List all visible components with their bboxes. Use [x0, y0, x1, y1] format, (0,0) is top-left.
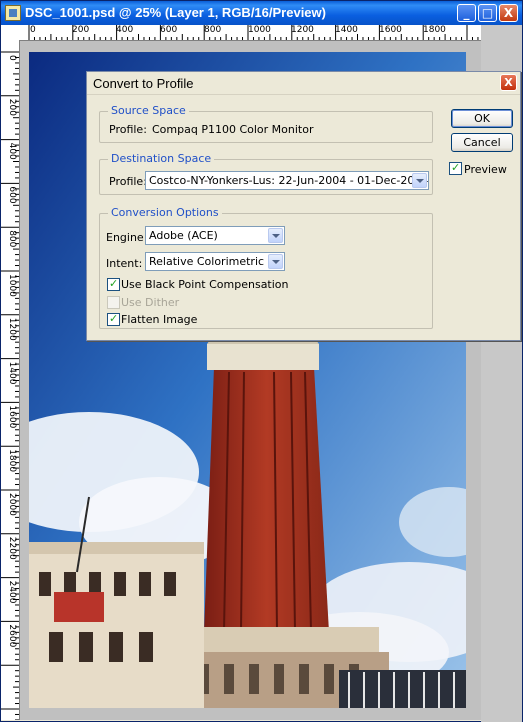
use-black-point-compensation-checkbox[interactable] — [107, 277, 120, 291]
use-dither-checkbox[interactable] — [107, 296, 120, 309]
ruler-tick-label: 200 — [7, 99, 17, 116]
ruler-tick-label: 2600 — [7, 624, 17, 647]
engine-value: Adobe (ACE) — [149, 229, 218, 242]
maximize-button[interactable]: □ — [478, 4, 497, 22]
cancel-button[interactable]: Cancel — [451, 133, 513, 152]
ruler-tick-label: 200 — [72, 25, 90, 35]
dialog-titlebar[interactable]: Convert to Profile X — [87, 72, 520, 95]
intent-select[interactable]: Relative Colorimetric — [145, 252, 285, 271]
use-black-point-compensation-label[interactable]: Use Black Point Compensation — [121, 278, 289, 291]
ruler-tick-label: 600 — [7, 186, 17, 203]
document-titlebar[interactable]: DSC_1001.psd @ 25% (Layer 1, RGB/16/Prev… — [1, 1, 522, 25]
photoshop-document-icon — [5, 5, 21, 21]
chevron-down-icon[interactable] — [268, 254, 283, 269]
close-window-button[interactable]: X — [499, 4, 518, 22]
source-profile-value: Compaq P1100 Color Monitor — [152, 123, 314, 136]
ok-button[interactable]: OK — [451, 109, 513, 128]
minimize-button[interactable]: _ — [457, 4, 476, 22]
destination-profile-label: Profile: — [109, 175, 147, 188]
ruler-tick-label: 800 — [7, 230, 17, 247]
ruler-tick-label: 1400 — [335, 25, 358, 35]
chevron-down-icon[interactable] — [412, 173, 427, 188]
ruler-tick-label: 400 — [116, 25, 134, 35]
preview-checkbox[interactable] — [449, 161, 462, 175]
source-profile-label: Profile: — [109, 123, 147, 136]
convert-to-profile-dialog: Convert to Profile X Source Space Profil… — [86, 71, 521, 341]
intent-label: Intent: — [106, 257, 143, 270]
destination-profile-select[interactable]: Costco-NY-Yonkers-Lus: 22-Jun-2004 - 01-… — [145, 171, 429, 190]
source-space-legend: Source Space — [108, 104, 189, 117]
dialog-title: Convert to Profile — [93, 76, 194, 91]
ruler-tick-label: 1000 — [7, 274, 17, 297]
vertical-ruler[interactable]: 0 200 400 600 800 1000 1200 1400 1600 1800 2000 220… — [1, 40, 20, 720]
preview-label[interactable]: Preview — [464, 163, 507, 176]
ruler-tick-label: 1000 — [248, 25, 271, 35]
engine-label: Engine: — [106, 231, 148, 244]
ruler-tick-label: 1800 — [7, 449, 17, 472]
engine-select[interactable]: Adobe (ACE) — [145, 226, 285, 245]
ruler-tick-label: 1600 — [379, 25, 402, 35]
conversion-options-group: Conversion Options Engine: Adobe (ACE) I… — [99, 206, 433, 329]
ruler-tick-label: 2200 — [7, 537, 17, 560]
ruler-tick-label: 1600 — [7, 405, 17, 428]
ruler-tick-label: 1200 — [291, 25, 314, 35]
ruler-tick-label: 1200 — [7, 318, 17, 341]
ruler-tick-label: 600 — [160, 25, 178, 35]
horizontal-ruler[interactable]: 0 200 400 600 800 1000 1200 1400 1600 18… — [19, 25, 481, 41]
ruler-tick-label: 2000 — [7, 493, 17, 516]
document-title: DSC_1001.psd @ 25% (Layer 1, RGB/16/Prev… — [25, 5, 326, 20]
dialog-close-button[interactable]: X — [500, 74, 517, 91]
source-space-group: Source Space Profile: Compaq P1100 Color… — [99, 104, 433, 143]
ruler-tick-label: 1400 — [7, 362, 17, 385]
destination-space-group: Destination Space Profile: Costco-NY-Yon… — [99, 152, 433, 195]
ruler-tick-label: 0 — [30, 25, 36, 35]
destination-space-legend: Destination Space — [108, 152, 215, 165]
ruler-tick-label: 1800 — [423, 25, 446, 35]
vertical-ruler-ticks: 0 200 400 600 800 1000 1200 1400 1600 1800 2000 220… — [1, 51, 19, 720]
flatten-image-checkbox[interactable] — [107, 312, 120, 326]
chevron-down-icon[interactable] — [268, 228, 283, 243]
ruler-tick-label: 800 — [204, 25, 222, 35]
intent-value: Relative Colorimetric — [149, 255, 265, 268]
use-dither-label: Use Dither — [121, 296, 180, 309]
conversion-options-legend: Conversion Options — [108, 206, 222, 219]
flatten-image-label[interactable]: Flatten Image — [121, 313, 197, 326]
ruler-tick-label: 0 — [7, 55, 17, 61]
ruler-origin[interactable] — [1, 25, 20, 41]
ruler-tick-label: 2400 — [7, 581, 17, 604]
destination-profile-value: Costco-NY-Yonkers-Lus: 22-Jun-2004 - 01-… — [149, 174, 429, 187]
ruler-tick-label: 400 — [7, 143, 17, 160]
